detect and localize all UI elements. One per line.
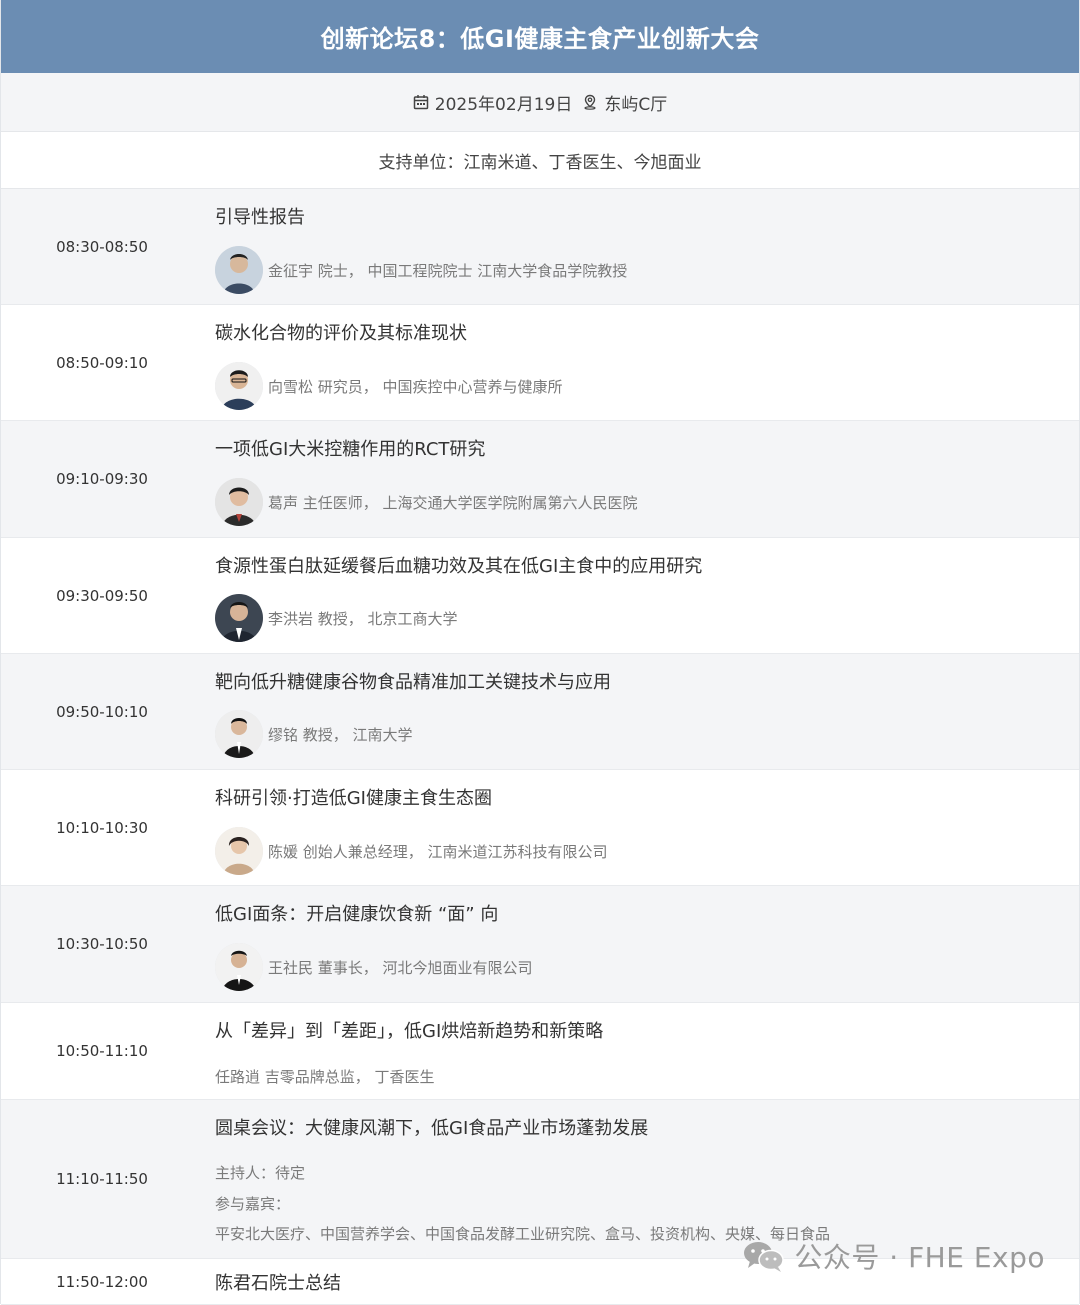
talk-title: 碳水化合物的评价及其标准现状 <box>215 323 467 344</box>
guests-label: 参与嘉宾： <box>215 1195 291 1213</box>
agenda-item: 08:50-09:10 碳水化合物的评价及其标准现状 向雪松 研究员， 中国疾控… <box>1 305 1079 421</box>
agenda-item: 08:30-08:50 引导性报告 金征宇 院士， 中国工程院院士 江南大学食品… <box>1 189 1079 305</box>
speaker-info: 向雪松 研究员， 中国疾控中心营养与健康所 <box>268 377 563 396</box>
watermark-text: 公众号 · FHE Expo <box>794 1241 1045 1274</box>
speaker-avatar <box>215 478 263 526</box>
talk-title: 圆桌会议：大健康风潮下，低GI食品产业市场蓬勃发展 <box>215 1118 649 1139</box>
agenda-item: 09:10-09:30 一项低GI大米控糖作用的RCT研究 葛声 主任医师， 上… <box>1 421 1079 538</box>
speaker-avatar <box>215 594 263 642</box>
agenda-time: 09:50-10:10 <box>56 702 148 721</box>
speaker-info: 王社民 董事长， 河北今旭面业有限公司 <box>268 958 533 977</box>
speaker-info: 葛声 主任医师， 上海交通大学医学院附属第六人民医院 <box>268 493 638 512</box>
speaker-info: 金征宇 院士， 中国工程院院士 江南大学食品学院教授 <box>268 261 628 280</box>
agenda-item: 10:30-10:50 低GI面条：开启健康饮食新 “面” 向 王社民 董事长，… <box>1 886 1079 1003</box>
event-location: 东屿C厅 <box>604 94 668 115</box>
talk-title: 食源性蛋白肽延缓餐后血糖功效及其在低GI主食中的应用研究 <box>215 556 703 577</box>
forum-title: 创新论坛8：低GI健康主食产业创新大会 <box>320 25 760 53</box>
host-info: 主持人：待定 <box>215 1164 306 1182</box>
agenda-time: 08:30-08:50 <box>56 237 148 256</box>
event-meta: 2025年02月19日 东屿C厅 <box>1 73 1079 132</box>
talk-title: 科研引领·打造低GI健康主食生态圈 <box>215 788 492 809</box>
speaker: 王社民 董事长， 河北今旭面业有限公司 <box>215 943 533 991</box>
speaker-avatar <box>215 710 263 758</box>
agenda-time: 10:50-11:10 <box>56 1042 148 1060</box>
agenda-item: 10:10-10:30 科研引领·打造低GI健康主食生态圈 陈媛 创始人兼总经理… <box>1 770 1079 886</box>
speaker: 缪铭 教授， 江南大学 <box>215 710 413 758</box>
speaker-avatar <box>215 827 263 875</box>
agenda-time: 09:30-09:50 <box>56 586 148 605</box>
agenda-time: 10:10-10:30 <box>56 818 148 837</box>
speaker-info: 陈媛 创始人兼总经理， 江南米道江苏科技有限公司 <box>268 842 608 861</box>
agenda-time: 10:30-10:50 <box>56 935 148 953</box>
talk-title: 从「差异」到「差距」，低GI烘焙新趋势和新策略 <box>215 1021 604 1042</box>
agenda-time: 08:50-09:10 <box>56 353 148 372</box>
guests-list: 平安北大医疗、中国营养学会、中国食品发酵工业研究院、盒马、投资机构、央媒、每日食… <box>215 1225 831 1243</box>
agenda-list: 08:30-08:50 引导性报告 金征宇 院士， 中国工程院院士 江南大学食品… <box>1 189 1079 1305</box>
speaker: 向雪松 研究员， 中国疾控中心营养与健康所 <box>215 362 563 410</box>
talk-title: 低GI面条：开启健康饮食新 “面” 向 <box>215 904 499 925</box>
agenda-time: 09:10-09:30 <box>56 470 148 488</box>
wechat-icon <box>742 1239 786 1273</box>
speaker-info: 李洪岩 教授， 北京工商大学 <box>268 609 458 628</box>
support-units-text: 支持单位：江南米道、丁香医生、今旭面业 <box>378 152 702 173</box>
speaker-avatar <box>215 943 263 991</box>
page-title: 创新论坛8：低GI健康主食产业创新大会 <box>1 0 1079 73</box>
speaker: 金征宇 院士， 中国工程院院士 江南大学食品学院教授 <box>215 246 627 294</box>
speaker: 陈媛 创始人兼总经理， 江南米道江苏科技有限公司 <box>215 827 608 875</box>
talk-title: 引导性报告 <box>215 207 305 228</box>
speaker-info: 缪铭 教授， 江南大学 <box>268 725 413 744</box>
talk-title: 陈君石院士总结 <box>215 1273 341 1294</box>
speaker-info: 任路逍 吉零品牌总监， 丁香医生 <box>215 1068 435 1086</box>
agenda-page: 创新论坛8：低GI健康主食产业创新大会 2025年02月19日 东屿C厅 支持单… <box>0 0 1080 1305</box>
location-pin-icon <box>582 94 598 110</box>
speaker-avatar <box>215 246 263 294</box>
speaker: 李洪岩 教授， 北京工商大学 <box>215 594 458 642</box>
calendar-icon <box>413 94 429 110</box>
talk-title: 靶向低升糖健康谷物食品精准加工关键技术与应用 <box>215 672 611 693</box>
event-date: 2025年02月19日 <box>434 94 573 115</box>
speaker: 葛声 主任医师， 上海交通大学医学院附属第六人民医院 <box>215 478 638 526</box>
talk-title: 一项低GI大米控糖作用的RCT研究 <box>215 439 486 460</box>
agenda-item: 09:50-10:10 靶向低升糖健康谷物食品精准加工关键技术与应用 缪铭 教授… <box>1 654 1079 770</box>
agenda-time: 11:50-12:00 <box>56 1272 148 1291</box>
speaker-avatar <box>215 362 263 410</box>
agenda-item: 10:50-11:10 从「差异」到「差距」，低GI烘焙新趋势和新策略 任路逍 … <box>1 1003 1079 1100</box>
watermark: 公众号 · FHE Expo <box>742 1236 1045 1276</box>
support-units: 支持单位：江南米道、丁香医生、今旭面业 <box>1 132 1079 189</box>
agenda-item: 09:30-09:50 食源性蛋白肽延缓餐后血糖功效及其在低GI主食中的应用研究… <box>1 538 1079 654</box>
agenda-time: 11:10-11:50 <box>56 1170 148 1188</box>
